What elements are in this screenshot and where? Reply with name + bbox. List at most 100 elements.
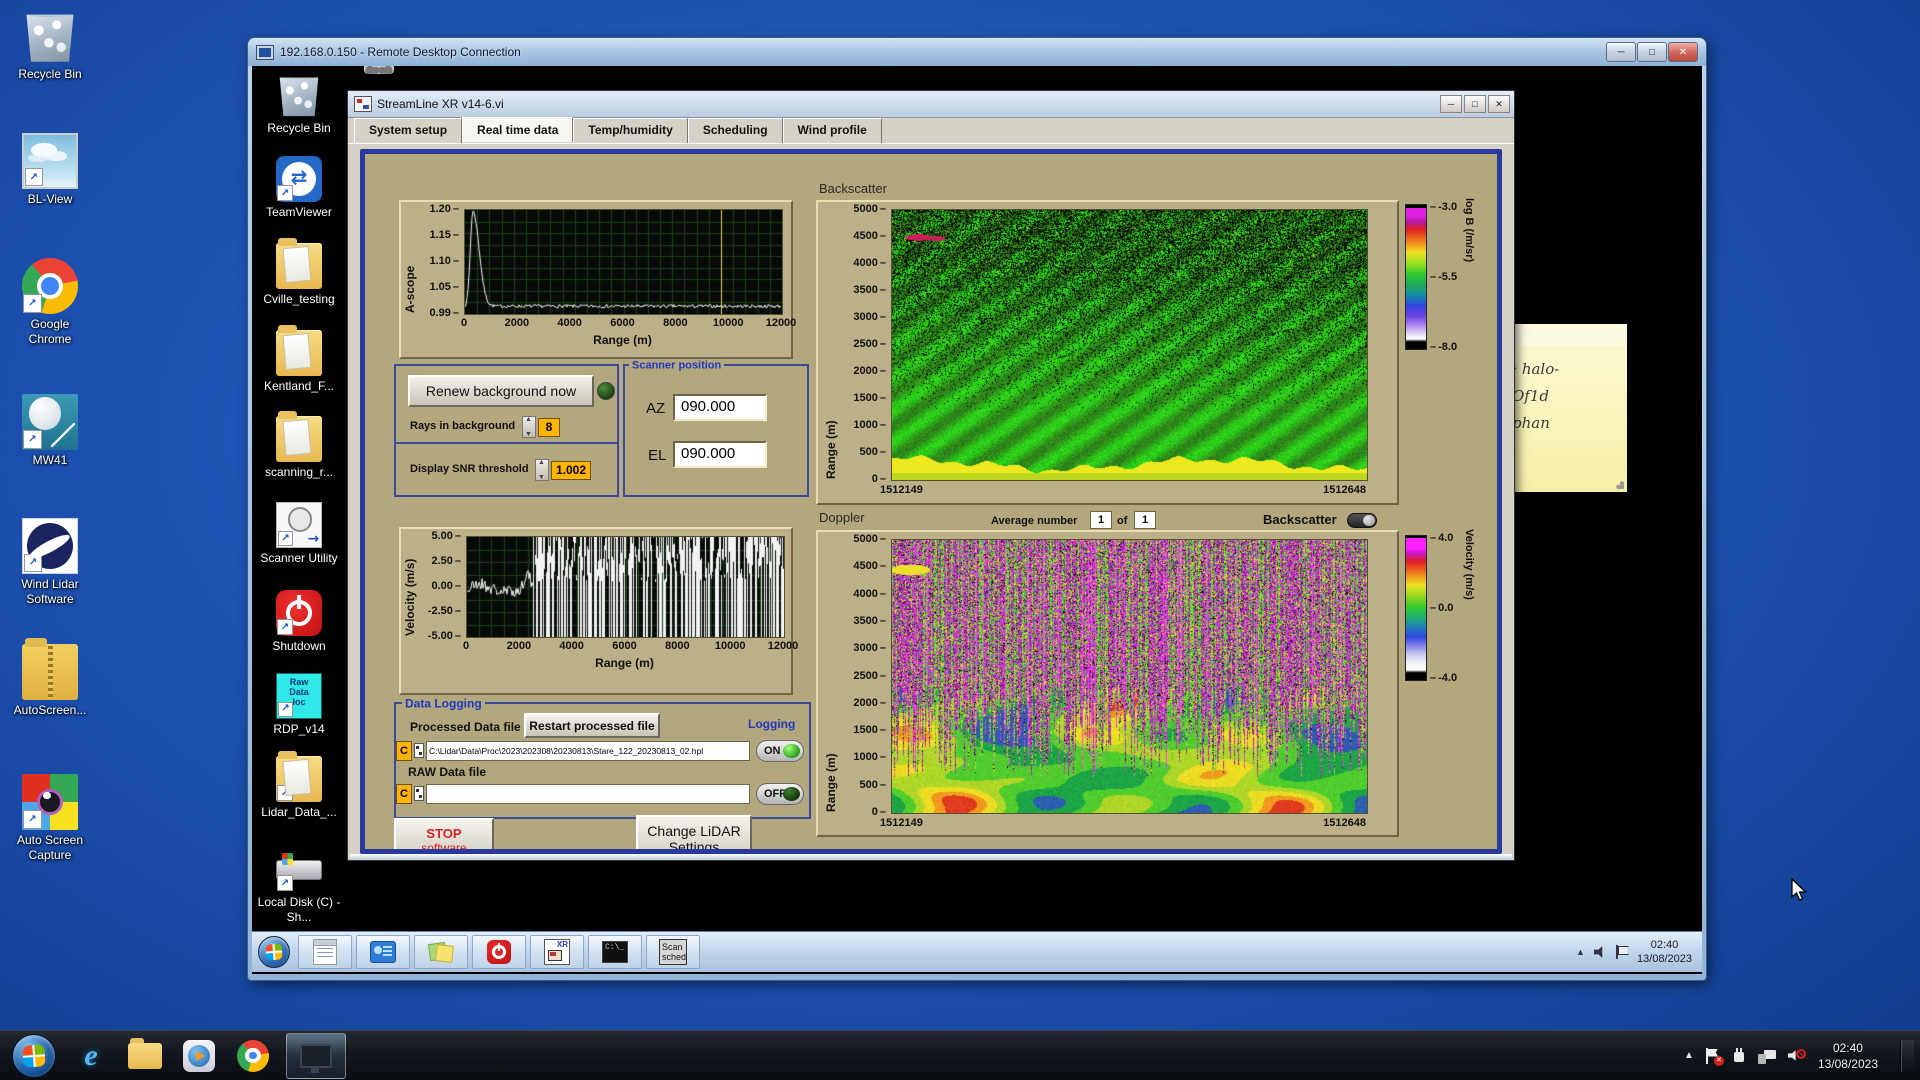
- rdp-clock[interactable]: 02:40 13/08/2023: [1637, 938, 1692, 966]
- tab-bar: System setup Real time data Temp/humidit…: [348, 117, 1514, 144]
- desktop-icon-rdp-recycle-bin[interactable]: Recycle Bin: [254, 72, 344, 136]
- average-count-field[interactable]: 1: [1134, 511, 1156, 529]
- scanner-utility-icon: [276, 502, 322, 548]
- streamline-window[interactable]: StreamLine XR v14-6.vi ─ □ ✕ System setu…: [347, 90, 1515, 861]
- desktop-icon-cville-testing[interactable]: Cville_testing: [254, 238, 344, 307]
- taskbar-button-notepad[interactable]: [298, 935, 352, 969]
- desktop-icon-rdp-v14[interactable]: Raw Data loc RDP_v14: [254, 673, 344, 737]
- shortcut-arrow-icon: [24, 553, 43, 572]
- rdp-connection-bar[interactable]: [364, 66, 394, 74]
- action-center-alert-icon[interactable]: [1705, 1047, 1724, 1066]
- restart-processed-file-button[interactable]: Restart processed file: [524, 713, 660, 738]
- rays-spinner[interactable]: [522, 416, 536, 438]
- taskbar-button-system-monitor[interactable]: [356, 935, 410, 969]
- hidden-icons-chevron[interactable]: ▲: [1684, 1050, 1694, 1061]
- raw-path-field[interactable]: [426, 784, 750, 804]
- rdp-window-icon: [256, 44, 274, 60]
- hidden-icons-chevron[interactable]: ▲: [1576, 947, 1585, 957]
- taskbar-button-xr-app[interactable]: XR: [530, 935, 584, 969]
- rdp-window[interactable]: 192.168.0.150 - Remote Desktop Connectio…: [248, 38, 1706, 980]
- rdp-minimize-button[interactable]: ─: [1606, 42, 1636, 62]
- action-center-icon[interactable]: [1615, 945, 1628, 959]
- volume-icon[interactable]: [1593, 946, 1603, 958]
- streamline-titlebar[interactable]: StreamLine XR v14-6.vi ─ □ ✕: [348, 91, 1514, 118]
- vi-close-button[interactable]: ✕: [1488, 95, 1510, 113]
- desktop-icon-label: Wind Lidar Software: [21, 577, 79, 606]
- backscatter-toggle-switch[interactable]: [1347, 513, 1377, 528]
- start-button[interactable]: [12, 1033, 56, 1078]
- power-plug-icon[interactable]: [1732, 1047, 1746, 1064]
- desktop-icon-google-chrome[interactable]: Google Chrome: [8, 258, 92, 347]
- sticky-note[interactable]: : halo- Of1d phan: [1505, 324, 1627, 492]
- ascope-ylabel: A-scope: [403, 265, 417, 313]
- rdp-titlebar[interactable]: 192.168.0.150 - Remote Desktop Connectio…: [248, 38, 1706, 66]
- chrome-icon: [237, 1039, 269, 1072]
- tab-temp-humidity[interactable]: Temp/humidity: [573, 118, 688, 143]
- logging-on-button[interactable]: ON: [756, 740, 804, 762]
- sticky-note-resize-grip[interactable]: [1614, 479, 1624, 489]
- shortcut-arrow-icon: [277, 875, 293, 891]
- tick-label: 0.0: [1430, 602, 1453, 614]
- renew-background-button[interactable]: Renew background now: [408, 375, 594, 407]
- tab-wind-profile[interactable]: Wind profile: [782, 118, 882, 143]
- desktop-icon-lidar-data-folder[interactable]: Lidar_Data_...: [254, 751, 344, 820]
- doppler-x-start: 1512149: [880, 817, 923, 829]
- raw-drive-selector[interactable]: C: [396, 784, 412, 804]
- desktop-icon-scanner-utility[interactable]: Scanner Utility: [254, 502, 344, 566]
- desktop-icon-kentland-folder[interactable]: Kentland_F...: [254, 325, 344, 394]
- doppler-colorbar: [1405, 535, 1427, 681]
- snr-value-field[interactable]: 1.002: [551, 461, 591, 480]
- desktop-icon-bl-view[interactable]: BL-View: [8, 133, 92, 207]
- tab-system-setup[interactable]: System setup: [354, 118, 463, 143]
- tab-scheduling[interactable]: Scheduling: [687, 118, 783, 143]
- vi-minimize-button[interactable]: ─: [1440, 95, 1462, 113]
- desktop-icon-recycle-bin[interactable]: Recycle Bin: [8, 8, 92, 82]
- rdp-start-button[interactable]: [258, 936, 290, 968]
- snr-spinner[interactable]: [535, 459, 549, 481]
- taskbar-button-rdp-active[interactable]: [286, 1032, 346, 1079]
- tick-label: 1.05: [429, 281, 459, 293]
- scanner-position-title: Scanner position: [629, 359, 725, 372]
- desktop-icon-shutdown[interactable]: Shutdown: [254, 590, 344, 654]
- volume-muted-icon[interactable]: [1788, 1048, 1806, 1064]
- logging-off-button[interactable]: OFF: [756, 783, 804, 805]
- desktop-icon-teamviewer[interactable]: TeamViewer: [254, 156, 344, 220]
- host-taskbar: ▲ 02:40 13/08/2023: [0, 1030, 1920, 1080]
- rays-value-field[interactable]: 8: [538, 418, 560, 437]
- desktop-icon-scanning-folder[interactable]: scanning_r...: [254, 411, 344, 480]
- desktop-icon-autoscreen-zip[interactable]: AutoScreen...: [8, 638, 92, 718]
- taskbar-button-chrome[interactable]: [233, 1036, 273, 1076]
- change-lidar-settings-button[interactable]: Change LiDAR Settings: [636, 815, 752, 849]
- shortcut-arrow-icon: [277, 185, 293, 201]
- desktop-icon-wind-lidar-software[interactable]: Wind Lidar Software: [8, 518, 92, 607]
- tick-label: -4.0: [1430, 672, 1457, 684]
- taskbar-button-scan-scheduler[interactable]: Scan sched: [646, 935, 700, 969]
- network-icon[interactable]: [1757, 1048, 1776, 1064]
- taskbar-button-internet-explorer[interactable]: [71, 1036, 111, 1076]
- average-number-field[interactable]: 1: [1090, 511, 1112, 529]
- tick-label: 0.00: [431, 580, 461, 592]
- el-field[interactable]: 090.000: [673, 441, 767, 468]
- el-label: EL: [648, 447, 667, 464]
- desktop-icon-auto-screen-capture[interactable]: Auto Screen Capture: [8, 774, 92, 863]
- processed-drive-selector[interactable]: C: [396, 741, 412, 761]
- rdp-maximize-button[interactable]: □: [1637, 42, 1667, 62]
- backscatter-colorbar-axis: log B (/m/sr): [1463, 198, 1475, 263]
- vi-maximize-button[interactable]: □: [1464, 95, 1486, 113]
- desktop-icon-mw41[interactable]: MW41: [8, 394, 92, 468]
- processed-path-field[interactable]: C:\Lidar\Data\Proc\2023\202308\20230813\…: [426, 741, 750, 761]
- stop-software-button[interactable]: STOP software: [394, 818, 494, 849]
- az-field[interactable]: 090.000: [673, 394, 767, 421]
- host-clock[interactable]: 02:40 13/08/2023: [1818, 1040, 1878, 1072]
- taskbar-button-sticky-notes[interactable]: [414, 935, 468, 969]
- taskbar-button-shutdown[interactable]: [472, 935, 526, 969]
- shortcut-arrow-icon: [278, 701, 294, 717]
- shortcut-arrow-icon: [277, 785, 293, 801]
- taskbar-button-explorer[interactable]: [125, 1036, 165, 1076]
- taskbar-button-command-prompt[interactable]: C:\_: [588, 935, 642, 969]
- taskbar-button-media-player[interactable]: [179, 1036, 219, 1076]
- desktop-icon-local-disk-c[interactable]: Local Disk (C) - Sh...: [254, 846, 344, 925]
- tab-real-time-data[interactable]: Real time data: [462, 117, 574, 142]
- show-desktop-button[interactable]: [1900, 1039, 1914, 1072]
- rdp-close-button[interactable]: ✕: [1668, 42, 1698, 62]
